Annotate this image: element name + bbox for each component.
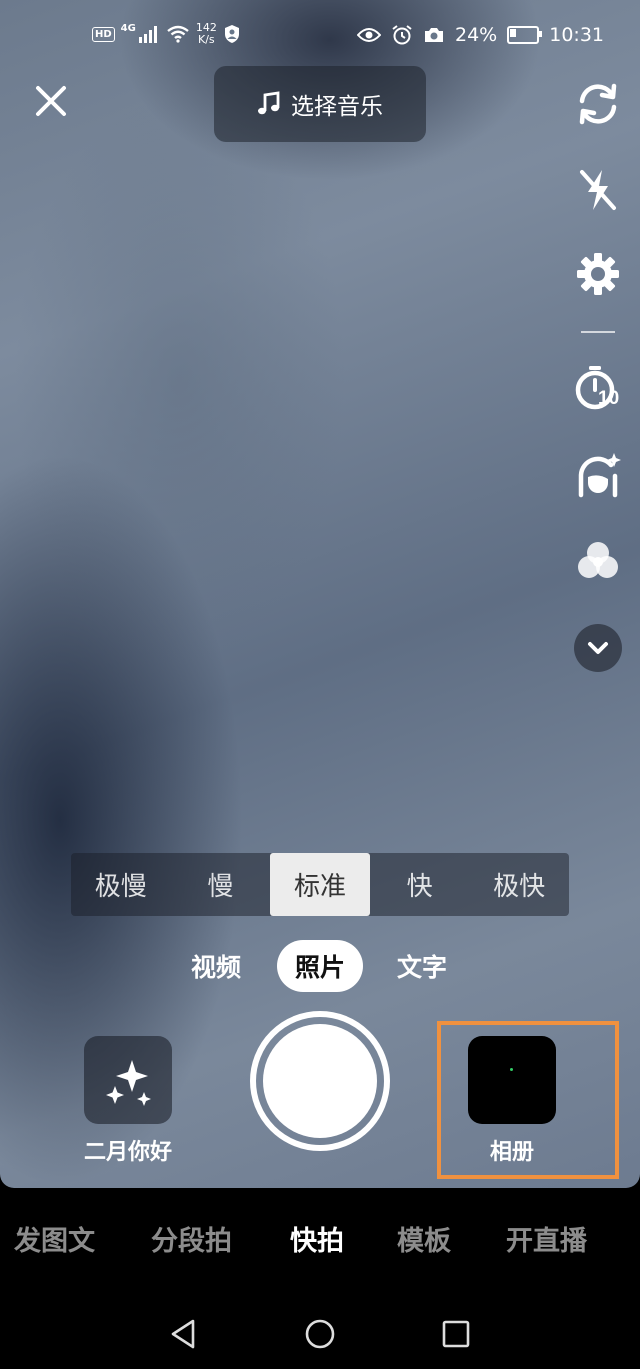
tab-segment-shoot[interactable]: 分段拍	[151, 1210, 232, 1266]
shutter-inner	[263, 1024, 377, 1138]
select-music-button[interactable]: 选择音乐	[214, 66, 426, 142]
beauty-icon	[578, 453, 621, 498]
system-navigation-bar	[0, 1300, 640, 1369]
select-music-label: 选择音乐	[291, 94, 383, 120]
camera-viewfinder[interactable]: HD 4G 142 K/s 24% 10:31 选择音乐 10 极慢 慢 标准 …	[0, 0, 640, 1188]
nav-back-button[interactable]	[164, 1314, 204, 1354]
speed-selector: 极慢 慢 标准 快 极快	[71, 853, 569, 916]
speed-option-very-slow[interactable]: 极慢	[71, 853, 171, 916]
mode-text[interactable]: 文字	[386, 940, 458, 992]
bottom-tab-bar: 发图文 分段拍 快拍 模板 开直播	[0, 1210, 640, 1266]
battery-fill	[510, 29, 516, 37]
network-type: 4G	[120, 22, 136, 34]
nav-recents-button[interactable]	[436, 1314, 476, 1354]
filter-icon	[578, 542, 618, 578]
effects-button[interactable]	[84, 1036, 172, 1124]
recents-square-icon	[442, 1320, 470, 1348]
tab-post-image-text[interactable]: 发图文	[14, 1210, 95, 1266]
status-bar: HD 4G 142 K/s 24% 10:31	[0, 0, 640, 76]
timer-button[interactable]: 10	[570, 364, 626, 416]
speed-option-very-fast[interactable]: 极快	[469, 853, 569, 916]
flash-button[interactable]	[570, 164, 626, 216]
nav-home-button[interactable]	[300, 1314, 340, 1354]
music-note-icon	[258, 91, 280, 115]
shutter-button[interactable]	[250, 1011, 390, 1151]
tab-go-live[interactable]: 开直播	[506, 1210, 587, 1266]
more-tools-button[interactable]	[570, 622, 626, 674]
wifi-icon	[167, 25, 189, 43]
status-left: HD 4G 142 K/s	[92, 22, 241, 46]
settings-icon	[577, 253, 619, 295]
flash-off-icon	[580, 170, 616, 210]
album-thumbnail[interactable]	[468, 1036, 556, 1124]
eye-icon	[357, 28, 381, 42]
clock: 10:31	[549, 24, 604, 46]
network-speed: 142 K/s	[196, 22, 217, 46]
sparkle-icon	[106, 1060, 151, 1106]
status-right: 24% 10:31	[357, 24, 604, 46]
timer-badge: 10	[598, 388, 620, 409]
speed-option-normal[interactable]: 标准	[270, 853, 370, 916]
album-label: 相册	[489, 1140, 534, 1165]
tab-quick-shoot[interactable]: 快拍	[290, 1210, 344, 1266]
album-thumbnail-dot	[510, 1068, 513, 1071]
close-button[interactable]	[30, 80, 72, 122]
mode-video[interactable]: 视频	[180, 940, 252, 992]
signal-icon	[138, 26, 157, 43]
speed-option-slow[interactable]: 慢	[171, 853, 271, 916]
network-speed-unit: K/s	[198, 33, 215, 46]
effects-label: 二月你好	[83, 1140, 172, 1165]
battery-icon	[507, 26, 543, 44]
battery-percent: 24%	[455, 24, 498, 46]
capture-mode-selector: 视频 照片 文字	[0, 940, 640, 992]
back-triangle-icon	[171, 1319, 195, 1349]
toolbar-divider	[581, 331, 615, 333]
tab-templates[interactable]: 模板	[397, 1210, 451, 1266]
camera-status-icon	[425, 28, 443, 42]
expand-more-icon	[574, 624, 622, 672]
flip-camera-button[interactable]	[570, 78, 626, 130]
mode-photo[interactable]: 照片	[277, 940, 363, 992]
home-circle-icon	[305, 1319, 335, 1349]
close-icon	[36, 86, 66, 116]
alarm-icon	[392, 25, 412, 45]
settings-button[interactable]	[570, 248, 626, 300]
flip-camera-icon	[579, 83, 617, 125]
hd-badge: HD	[92, 26, 115, 42]
speed-option-fast[interactable]: 快	[370, 853, 470, 916]
filter-button[interactable]	[570, 534, 626, 586]
beauty-button[interactable]	[570, 448, 626, 500]
shield-icon	[224, 25, 239, 43]
